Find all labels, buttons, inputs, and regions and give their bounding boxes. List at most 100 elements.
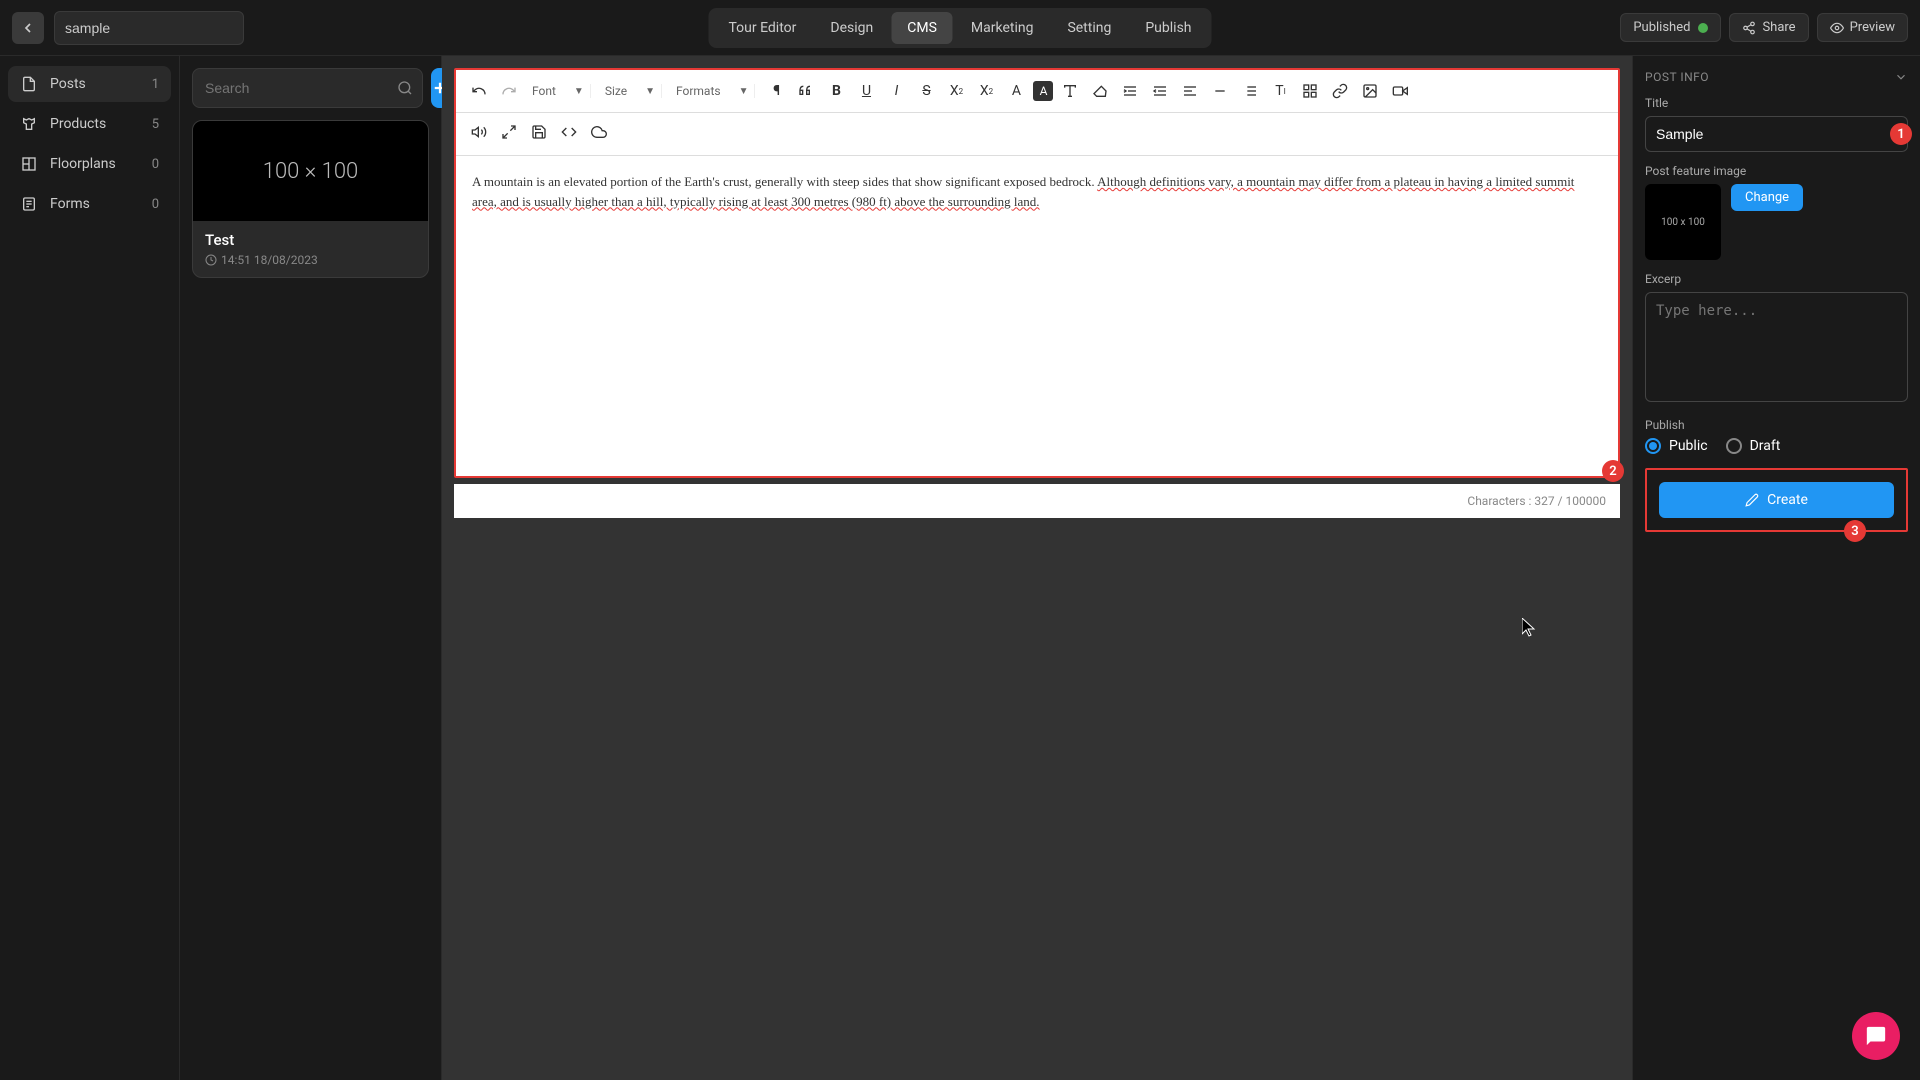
top-nav: Tour Editor Design CMS Marketing Setting…	[708, 8, 1211, 48]
align-icon	[1182, 83, 1198, 99]
feature-thumbnail: 100 x 100	[1645, 184, 1721, 260]
card-title: Test	[205, 231, 416, 249]
hr-button[interactable]	[1207, 78, 1233, 104]
document-icon	[20, 76, 38, 92]
share-button[interactable]: Share	[1729, 13, 1808, 42]
paragraph-button[interactable]: ¶	[763, 78, 789, 104]
quote-button[interactable]	[793, 78, 819, 104]
tab-design[interactable]: Design	[814, 12, 889, 44]
editor-content[interactable]: A mountain is an elevated portion of the…	[456, 156, 1618, 476]
text-height-icon	[1062, 83, 1078, 99]
size-select-label: Size	[605, 84, 627, 98]
card-body: Test 14:51 18/08/2023	[193, 221, 428, 277]
published-label: Published	[1633, 20, 1690, 35]
style-button[interactable]: TI	[1267, 78, 1293, 104]
status-dot-icon	[1698, 23, 1708, 33]
list-button[interactable]	[1237, 78, 1263, 104]
tab-publish[interactable]: Publish	[1129, 12, 1207, 44]
code-button[interactable]	[556, 119, 582, 145]
radio-public[interactable]: Public	[1645, 438, 1708, 454]
editor-wrap: Font▼ Size▼ Formats▼ ¶ B U I S X2 X2 A A	[454, 68, 1620, 518]
radio-public-label: Public	[1669, 438, 1708, 454]
tab-tour-editor[interactable]: Tour Editor	[712, 12, 812, 44]
audio-button[interactable]	[466, 119, 492, 145]
callout-badge-1: 1	[1890, 123, 1912, 145]
title-label: Title	[1645, 96, 1908, 110]
sidebar-item-posts[interactable]: Posts 1	[8, 66, 171, 102]
search-wrap	[192, 68, 423, 108]
preview-button[interactable]: Preview	[1817, 13, 1908, 42]
tab-cms[interactable]: CMS	[891, 12, 953, 44]
video-button[interactable]	[1387, 78, 1413, 104]
title-input[interactable]	[1645, 116, 1908, 152]
underline-button[interactable]: U	[853, 78, 879, 104]
post-info-header[interactable]: POST INFO	[1645, 70, 1908, 84]
back-button[interactable]	[12, 12, 44, 44]
excerpt-label: Excerp	[1645, 272, 1908, 286]
share-label: Share	[1762, 20, 1795, 35]
change-button[interactable]: Change	[1731, 184, 1803, 211]
size-select[interactable]: Size▼	[599, 84, 662, 98]
text-color-button[interactable]: A	[1003, 78, 1029, 104]
list-icon	[1242, 83, 1258, 99]
subscript-button[interactable]: X2	[943, 78, 969, 104]
chat-icon	[1865, 1025, 1887, 1047]
code-icon	[561, 124, 577, 140]
superscript-button[interactable]: X2	[973, 78, 999, 104]
indent-button[interactable]	[1117, 78, 1143, 104]
sidebar-item-floorplans[interactable]: Floorplans 0	[8, 146, 171, 182]
save-button[interactable]	[526, 119, 552, 145]
link-button[interactable]	[1327, 78, 1353, 104]
formats-select[interactable]: Formats▼	[670, 84, 756, 98]
sidebar-item-label: Floorplans	[50, 156, 116, 172]
redo-icon	[501, 83, 517, 99]
cloud-button[interactable]	[586, 119, 612, 145]
outdent-icon	[1152, 83, 1168, 99]
excerpt-textarea[interactable]	[1645, 292, 1908, 402]
table-button[interactable]	[1297, 78, 1323, 104]
post-info-label: POST INFO	[1645, 70, 1709, 84]
preview-label: Preview	[1850, 20, 1895, 35]
search-input[interactable]	[192, 68, 423, 108]
chat-fab[interactable]	[1852, 1012, 1900, 1060]
tab-setting[interactable]: Setting	[1051, 12, 1127, 44]
redo-button[interactable]	[496, 78, 522, 104]
radio-draft[interactable]: Draft	[1726, 438, 1781, 454]
sidebar-item-count: 0	[152, 157, 159, 172]
project-title-input[interactable]	[54, 11, 244, 45]
clock-icon	[205, 254, 217, 266]
title-input-wrap: 1	[1645, 116, 1908, 152]
align-button[interactable]	[1177, 78, 1203, 104]
font-select-label: Font	[532, 84, 556, 98]
bold-button[interactable]: B	[823, 78, 849, 104]
feature-image-label: Post feature image	[1645, 164, 1908, 178]
font-select[interactable]: Font▼	[526, 84, 591, 98]
callout-badge-3: 3	[1844, 520, 1866, 542]
bg-color-button[interactable]: A	[1033, 81, 1053, 101]
card-thumbnail: 100 × 100	[193, 121, 428, 221]
strikethrough-button[interactable]: S	[913, 78, 939, 104]
outdent-button[interactable]	[1147, 78, 1173, 104]
shirt-icon	[20, 116, 38, 132]
radio-icon	[1726, 438, 1742, 454]
fullscreen-button[interactable]	[496, 119, 522, 145]
radio-icon	[1645, 438, 1661, 454]
italic-button[interactable]: I	[883, 78, 909, 104]
sidebar-right: POST INFO Title 1 Post feature image 100…	[1632, 56, 1920, 1080]
image-icon	[1362, 83, 1378, 99]
undo-button[interactable]	[466, 78, 492, 104]
sidebar-item-products[interactable]: Products 5	[8, 106, 171, 142]
post-card[interactable]: 100 × 100 Test 14:51 18/08/2023	[192, 120, 429, 278]
eraser-button[interactable]	[1087, 78, 1113, 104]
link-icon	[1332, 83, 1348, 99]
grid-icon	[1302, 83, 1318, 99]
card-timestamp: 14:51 18/08/2023	[221, 253, 318, 267]
form-icon	[20, 196, 38, 212]
tab-marketing[interactable]: Marketing	[955, 12, 1050, 44]
sidebar-item-forms[interactable]: Forms 0	[8, 186, 171, 222]
expand-icon	[501, 124, 517, 140]
clear-format-button[interactable]	[1057, 78, 1083, 104]
image-button[interactable]	[1357, 78, 1383, 104]
create-button[interactable]: Create	[1659, 482, 1894, 518]
chevron-down-icon: ▼	[739, 86, 749, 97]
